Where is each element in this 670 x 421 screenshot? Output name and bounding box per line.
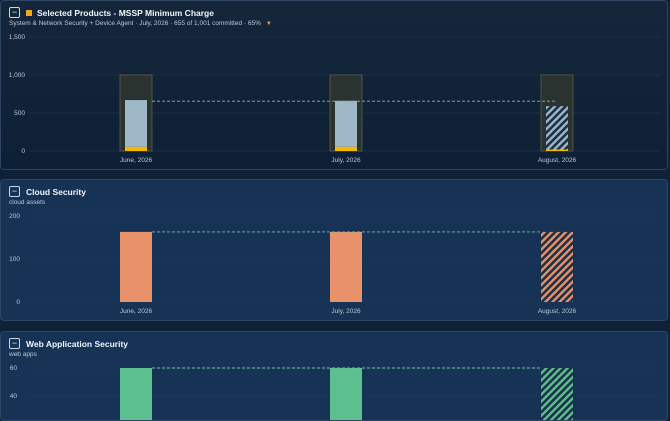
bar [541,231,573,302]
y-tick-label: 40 [10,393,18,400]
x-tick-label: August, 2026 [538,308,577,315]
bar [330,368,362,420]
bar [125,100,147,147]
chart-cloud-security: 0 100 200 June, 2026 July, 2026 August, 2026 [9,213,661,315]
y-tick-label: 60 [10,365,18,372]
y-tick-label: 100 [9,256,20,263]
x-tick-label: June, 2026 [120,157,153,164]
bar [335,100,357,147]
y-tick-label: 200 [9,213,20,220]
bar-base [546,149,568,151]
bar-base [125,146,147,151]
chart-mssp: 0 500 1,000 1,500 June, 2026 July, 2026 August… [9,34,661,164]
x-tick-label: August, 2026 [538,157,577,164]
x-tick-label: June, 2026 [120,308,153,315]
y-tick-label: 1,500 [9,34,26,41]
bar [120,368,152,420]
y-tick-label: 500 [14,110,25,117]
bar [546,106,568,150]
x-tick-label: July, 2026 [331,157,361,164]
y-tick-label: 0 [21,148,25,155]
y-tick-label: 0 [16,299,20,306]
bar [120,231,152,302]
bar-base [335,146,357,151]
x-tick-label: July, 2026 [331,308,361,315]
y-tick-label: 1,000 [9,72,26,79]
chart-panel-mssp: − Selected Products - MSSP Minimum Charg… [0,0,668,170]
bar [541,368,573,420]
chart-panel-cloud-security: − Cloud Security cloud assets 0 100 200 Jun… [0,179,668,321]
bar [330,231,362,302]
